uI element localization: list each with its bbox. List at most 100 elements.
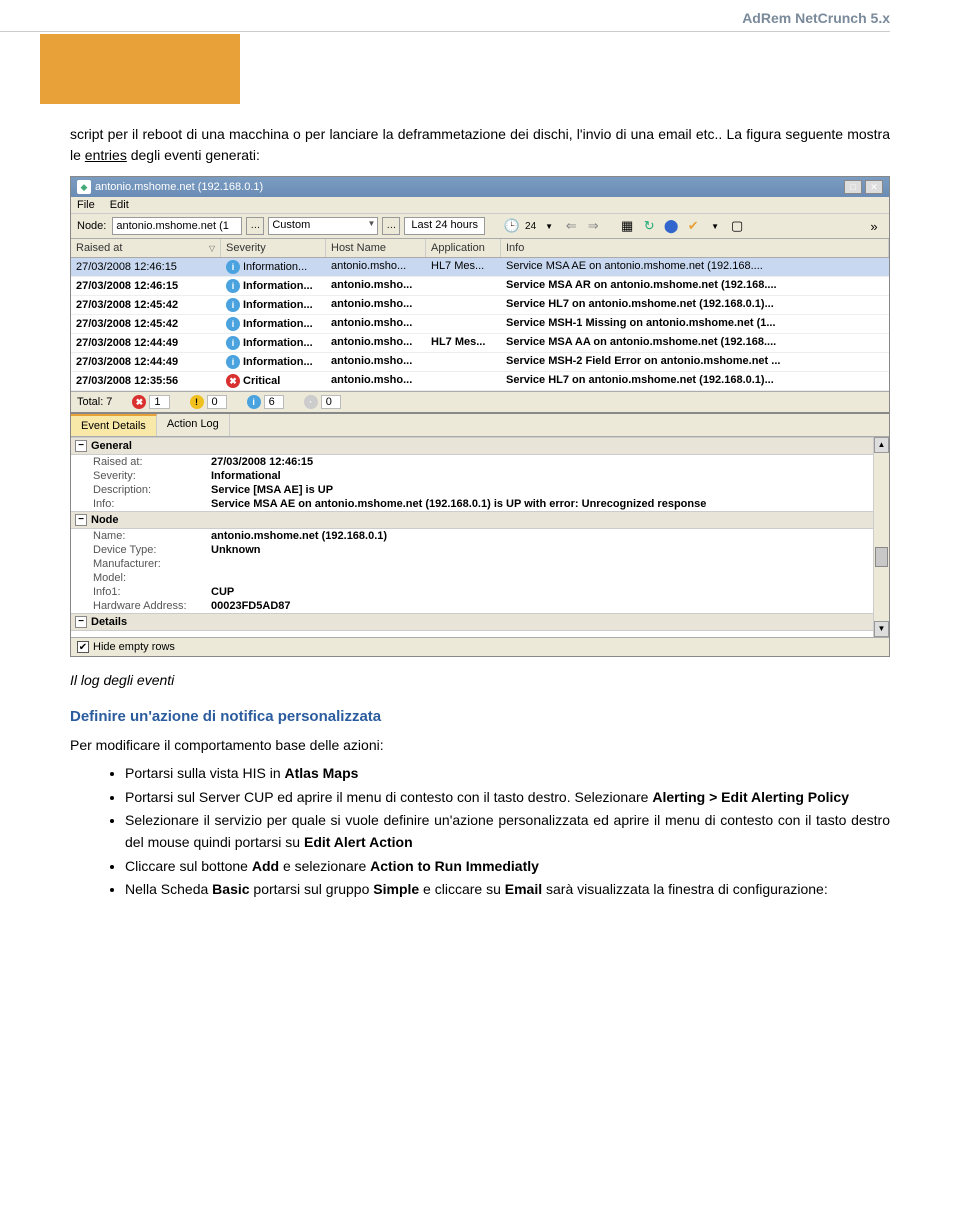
li-text: Nella Scheda (125, 881, 212, 897)
details-panel: Event Details Action Log − General Raise… (71, 412, 889, 656)
cell-raised: 27/03/2008 12:45:42 (71, 296, 221, 314)
li-text: sarà visualizzata la finestra di configu… (542, 881, 828, 897)
severity-icon: i (226, 279, 240, 293)
li-text: Portarsi sul Server CUP ed aprire il men… (125, 789, 652, 805)
model-label: Model: (71, 572, 211, 584)
para-text: degli eventi generati: (127, 147, 260, 163)
cell-severity: iInformation... (221, 315, 326, 333)
scroll-thumb[interactable] (875, 547, 888, 567)
close-button[interactable]: ✕ (865, 180, 883, 194)
maximize-button[interactable]: □ (844, 180, 862, 194)
cell-host: antonio.msho... (326, 353, 426, 371)
section-heading: Definire un'azione di notifica personali… (70, 708, 890, 725)
cell-host: antonio.msho... (326, 296, 426, 314)
col-raised-at[interactable]: Raised at▽ (71, 239, 221, 257)
section-title: General (91, 440, 132, 452)
dropdown-icon[interactable]: ▼ (706, 217, 724, 235)
col-info[interactable]: Info (501, 239, 889, 257)
other-icon: · (304, 395, 318, 409)
warning-icon: ! (190, 395, 204, 409)
model-value (211, 572, 889, 584)
info1-label: Info1: (71, 586, 211, 598)
cell-host: antonio.msho... (326, 277, 426, 295)
raised-at-value: 27/03/2008 12:46:15 (211, 456, 889, 468)
cell-host: antonio.msho... (326, 315, 426, 333)
settings-icon[interactable]: ⬤ (662, 217, 680, 235)
table-row[interactable]: 27/03/2008 12:35:56✖Criticalantonio.msho… (71, 372, 889, 391)
clock-icon[interactable]: 🕒 (503, 217, 521, 235)
hw-address-label: Hardware Address: (71, 600, 211, 612)
collapse-button[interactable]: − (75, 440, 87, 452)
sort-desc-icon: ▽ (209, 244, 215, 253)
refresh-icon[interactable]: ↻ (640, 217, 658, 235)
collapse-button[interactable]: − (75, 514, 87, 526)
details-scrollbar[interactable]: ▲ ▼ (873, 437, 889, 637)
menu-file[interactable]: File (77, 199, 95, 211)
col-application[interactable]: Application (426, 239, 501, 257)
device-type-value: Unknown (211, 544, 889, 556)
cell-info: Service MSH-2 Field Error on antonio.msh… (501, 353, 889, 371)
severity-label: Severity: (71, 470, 211, 482)
li-bold: Alerting > Edit Alerting Policy (652, 789, 849, 805)
cell-severity: iInformation... (221, 353, 326, 371)
li-bold: Email (505, 881, 542, 897)
tab-event-details[interactable]: Event Details (71, 414, 157, 436)
cell-app (426, 315, 501, 333)
table-row[interactable]: 27/03/2008 12:44:49iInformation...antoni… (71, 334, 889, 353)
cell-app: HL7 Mes... (426, 258, 501, 276)
li-text: Portarsi sulla vista HIS in (125, 765, 285, 781)
intro-paragraph: script per il reboot di una macchina o p… (70, 124, 890, 166)
section-general: − General (71, 437, 889, 455)
manufacturer-label: Manufacturer: (71, 558, 211, 570)
info-label: Info: (71, 498, 211, 510)
nav-forward-icon[interactable]: ⇒ (584, 217, 602, 235)
filter-select[interactable]: Custom (268, 217, 378, 235)
scroll-down-icon[interactable]: ▼ (874, 621, 889, 637)
dropdown-arrow-icon[interactable]: ▼ (540, 217, 558, 235)
filter-browse-button[interactable]: … (382, 217, 400, 235)
node-input[interactable] (112, 217, 242, 235)
info-count: 6 (264, 395, 284, 409)
timerange-button[interactable]: Last 24 hours (404, 217, 485, 235)
cell-info: Service MSA AE on antonio.mshome.net (19… (501, 258, 889, 276)
info-value: Service MSA AE on antonio.mshome.net (19… (211, 498, 889, 510)
li-bold: Atlas Maps (285, 765, 359, 781)
device-type-label: Device Type: (71, 544, 211, 556)
description-label: Description: (71, 484, 211, 496)
table-row[interactable]: 27/03/2008 12:45:42iInformation...antoni… (71, 315, 889, 334)
table-row[interactable]: 27/03/2008 12:46:15iInformation...antoni… (71, 258, 889, 277)
list-item: Selezionare il servizio per quale si vuo… (125, 810, 890, 853)
info-icon: i (247, 395, 261, 409)
cell-raised: 27/03/2008 12:44:49 (71, 334, 221, 352)
manufacturer-value (211, 558, 889, 570)
node-browse-button[interactable]: … (246, 217, 264, 235)
grid-view-icon[interactable]: ▦ (618, 217, 636, 235)
collapse-button[interactable]: − (75, 616, 87, 628)
li-bold: Basic (212, 881, 249, 897)
col-severity[interactable]: Severity (221, 239, 326, 257)
more-icon[interactable]: » (865, 217, 883, 235)
panel-icon[interactable]: ▢ (728, 217, 746, 235)
header-accent-block (40, 34, 240, 104)
cell-info: Service HL7 on antonio.mshome.net (192.1… (501, 372, 889, 390)
hide-empty-checkbox[interactable]: ✔ (77, 641, 89, 653)
scroll-up-icon[interactable]: ▲ (874, 437, 889, 453)
toolbar: Node: … Custom … Last 24 hours 🕒 24 ▼ ⇐ … (71, 214, 889, 239)
check-icon[interactable]: ✔ (684, 217, 702, 235)
total-label: Total: (77, 396, 103, 408)
table-row[interactable]: 27/03/2008 12:45:42iInformation...antoni… (71, 296, 889, 315)
grid-status-bar: Total: 7 ✖1 !0 i6 ·0 (71, 391, 889, 412)
severity-value: Informational (211, 470, 889, 482)
cell-info: Service MSH-1 Missing on antonio.mshome.… (501, 315, 889, 333)
events-grid: Raised at▽ Severity Host Name Applicatio… (71, 239, 889, 391)
table-row[interactable]: 27/03/2008 12:44:49iInformation...antoni… (71, 353, 889, 372)
hw-address-value: 00023FD5AD87 (211, 600, 889, 612)
cell-raised: 27/03/2008 12:35:56 (71, 372, 221, 390)
table-row[interactable]: 27/03/2008 12:46:15iInformation...antoni… (71, 277, 889, 296)
tab-action-log[interactable]: Action Log (157, 414, 230, 436)
col-hostname[interactable]: Host Name (326, 239, 426, 257)
name-value: antonio.mshome.net (192.168.0.1) (211, 530, 889, 542)
menu-edit[interactable]: Edit (110, 199, 129, 211)
info1-value: CUP (211, 586, 889, 598)
nav-back-icon[interactable]: ⇐ (562, 217, 580, 235)
